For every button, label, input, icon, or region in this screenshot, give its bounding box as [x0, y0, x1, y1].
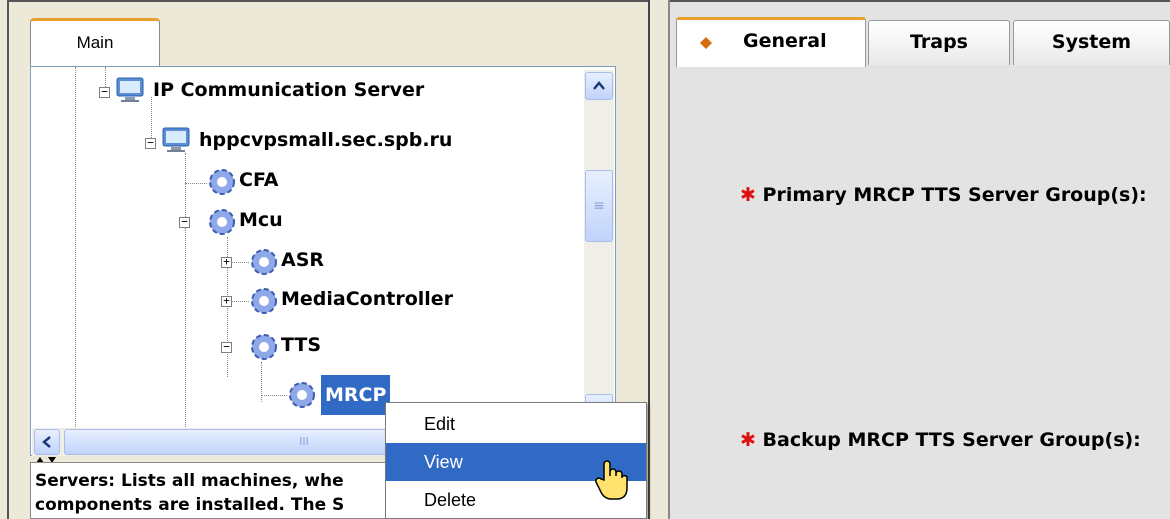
expand-toggle[interactable]: +: [221, 295, 232, 307]
primary-server-group-label: ✱ Primary MRCP TTS Server Group(s):: [740, 184, 1147, 206]
required-marker-icon: ✱: [740, 184, 756, 206]
chevron-left-icon: [42, 436, 51, 448]
tree-node-mcu[interactable]: Mcu: [239, 209, 283, 231]
vertical-scrollbar[interactable]: ≡: [584, 70, 614, 450]
required-marker-icon: ✱: [740, 429, 756, 451]
tree-node-mediacontroller[interactable]: MediaController: [281, 288, 453, 310]
gear-icon: [251, 249, 277, 275]
gear-icon: [209, 169, 235, 195]
diamond-icon: [700, 37, 712, 49]
collapse-toggle[interactable]: −: [145, 137, 156, 149]
chevron-up-icon: [593, 81, 605, 90]
tab-general[interactable]: General: [676, 17, 866, 67]
gear-icon: [209, 209, 235, 235]
scroll-up-button[interactable]: [585, 72, 613, 100]
gear-icon: [289, 382, 315, 408]
tree-node-ip-communication-server[interactable]: IP Communication Server: [153, 79, 424, 101]
tree-node-asr[interactable]: ASR: [281, 249, 324, 271]
tab-system[interactable]: System: [1013, 20, 1170, 65]
computer-icon: [162, 127, 190, 152]
scroll-left-button[interactable]: [34, 429, 60, 455]
collapse-toggle[interactable]: −: [221, 341, 232, 353]
gear-icon: [251, 334, 277, 360]
description-line: components are installed. The S: [35, 495, 345, 515]
computer-icon: [116, 77, 144, 102]
tree-node-tts[interactable]: TTS: [281, 334, 321, 356]
tree-node-cfa[interactable]: CFA: [239, 169, 278, 191]
scroll-thumb[interactable]: ≡: [585, 170, 613, 242]
server-tree: − IP Communication Server − hppcvpsmall.…: [30, 66, 616, 456]
backup-server-group-label: ✱ Backup MRCP TTS Server Group(s):: [740, 429, 1141, 451]
menu-item-edit[interactable]: Edit: [386, 405, 646, 443]
expand-toggle[interactable]: +: [221, 256, 232, 268]
tree-node-mrcp[interactable]: MRCP: [321, 375, 391, 415]
tab-traps[interactable]: Traps: [868, 20, 1010, 65]
gear-icon: [251, 288, 277, 314]
hand-cursor-icon: [595, 460, 628, 500]
description-line: Servers: Lists all machines, whe: [35, 471, 344, 491]
tab-general-label: General: [743, 30, 827, 52]
tab-main[interactable]: Main: [30, 18, 160, 66]
collapse-toggle[interactable]: −: [179, 216, 190, 228]
collapse-toggle[interactable]: −: [99, 86, 110, 98]
description-box: Servers: Lists all machines, whe compone…: [30, 462, 390, 519]
split-divider[interactable]: [648, 0, 670, 519]
tree-node-host[interactable]: hppcvpsmall.sec.spb.ru: [199, 129, 452, 151]
